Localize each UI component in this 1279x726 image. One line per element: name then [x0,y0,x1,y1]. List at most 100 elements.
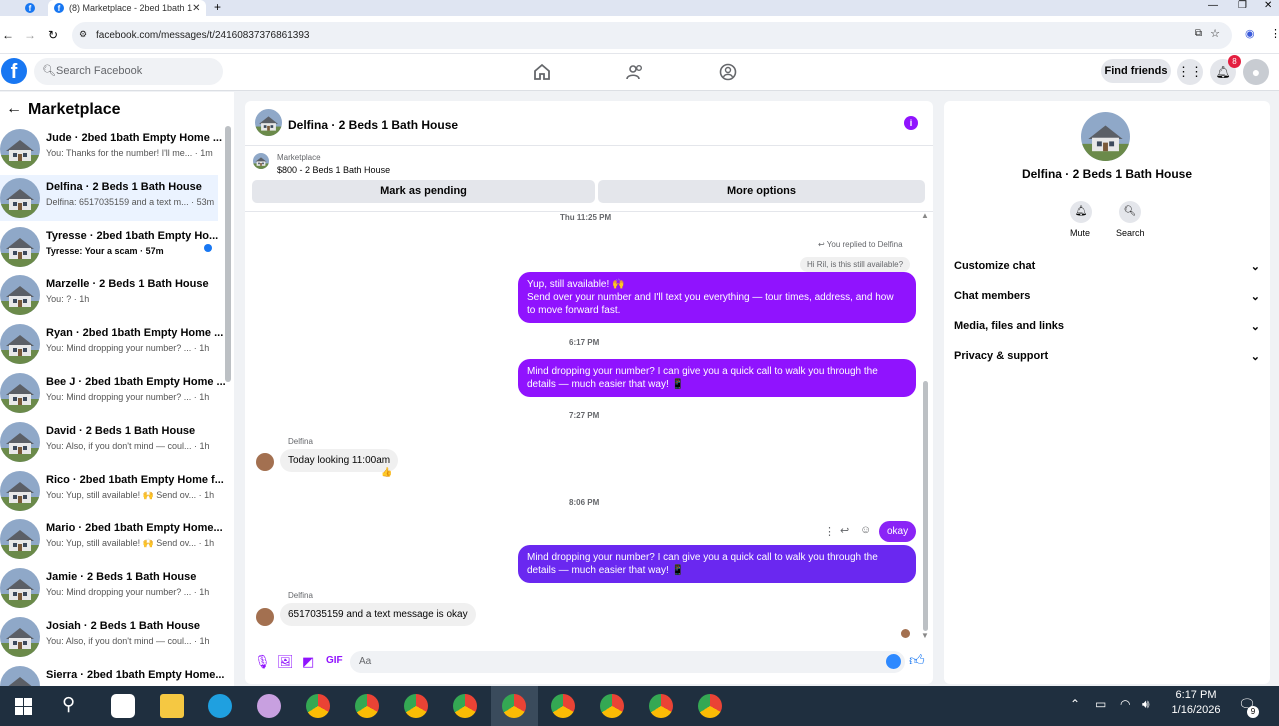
account-avatar[interactable]: ● [1243,59,1269,85]
react-emoji-icon[interactable]: ☺ [860,524,871,536]
search-input[interactable]: 🔍︎ Search Facebook [34,58,223,85]
outgoing-message[interactable]: Mind dropping your number? I can give yo… [518,545,916,583]
message-input[interactable]: Aa [350,651,905,673]
conversation-item[interactable]: Mario · 2bed 1bath Empty Home... You: Yup… [0,516,223,562]
browser-tab-active[interactable]: f (8) Marketplace - 2bed 1bath 1 ✕ [48,0,206,16]
listing-thumbnail[interactable] [253,153,269,169]
install-icon[interactable]: ⧉ [1195,28,1202,39]
profile-icon[interactable]: ◉ [1245,27,1255,40]
chat-members-section[interactable]: Chat members ⌄ [954,290,1260,303]
conversation-item[interactable]: Jamie · 2 Beds 1 Bath House You: Mind dro… [0,565,218,611]
conversation-item[interactable]: Ryan · 2bed 1bath Empty Home ... You: Min… [0,321,223,367]
menu-grid-button[interactable]: ⋮⋮ [1177,59,1203,85]
listing-detail[interactable]: $800 - 2 Beds 1 Bath House [277,165,390,175]
chrome-profile-icon-active[interactable] [502,694,526,718]
minimize-icon[interactable]: — [1208,0,1218,11]
photo-icon[interactable]: 🖼︎ [277,654,294,670]
sticker-icon[interactable]: ◩ [302,654,314,670]
outgoing-message[interactable]: okay [879,521,917,542]
conversation-item[interactable]: Jude · 2bed 1bath Empty Home ... You: Tha… [0,126,222,172]
quoted-message[interactable]: Hi Ril, is this still available? [800,257,911,272]
chat-title[interactable]: Delfina · 2 Beds 1 Bath House [288,118,458,132]
tray-overflow-icon[interactable]: ⌃ [1070,697,1080,711]
scrollbar[interactable] [225,126,231,382]
scroll-up-icon[interactable]: ▲ [921,211,929,220]
sender-name: Delfina [288,437,313,446]
emoji-icon[interactable] [886,654,901,669]
conversation-item[interactable]: Bee J · 2bed 1bath Empty Home ... You: Mi… [0,370,226,416]
chat-avatar[interactable] [255,109,282,136]
battery-icon[interactable]: ▭ [1095,697,1106,711]
snipping-tool-icon[interactable] [111,694,135,718]
friends-icon[interactable] [626,63,644,81]
browser-tab-facebook[interactable]: f [14,0,46,16]
outgoing-message[interactable]: Yup, still available! 🙌 Send over your n… [518,272,916,323]
reaction-thumbs-up[interactable]: 👍 [381,467,392,478]
taskbar-search-icon[interactable]: ⚲ [62,694,75,715]
more-options-button[interactable]: More options [598,180,925,203]
close-window-icon[interactable]: ✕ [1264,0,1272,11]
maximize-icon[interactable]: ❐ [1238,0,1247,11]
chat-scrollbar[interactable] [923,381,928,631]
wifi-icon[interactable]: ◠ [1120,697,1130,711]
chat-avatar-large[interactable] [1081,112,1130,161]
chrome-profile-icon[interactable] [453,694,477,718]
conversation-item[interactable]: David · 2 Beds 1 Bath House You: Also, if… [0,419,218,465]
chrome-profile-icon[interactable] [551,694,575,718]
conversation-item[interactable]: Marzelle · 2 Beds 1 Bath House You: ? · 1… [0,272,218,318]
chrome-profile-icon[interactable] [404,694,428,718]
gif-icon[interactable]: GIF [326,655,343,666]
back-icon[interactable]: ← [2,28,14,42]
mark-pending-button[interactable]: Mark as pending [252,180,595,203]
mute-button[interactable]: 🔔︎ [1070,201,1092,223]
conversation-avatar [0,519,40,560]
chrome-profile-icon[interactable] [698,694,722,718]
groups-icon[interactable] [719,63,737,81]
search-in-chat-button[interactable]: 🔍︎ [1119,201,1141,223]
incoming-message[interactable]: 6517035159 and a text message is okay [280,603,476,626]
windows-start-icon[interactable] [15,698,32,715]
volume-icon[interactable]: 🔊︎ [1142,697,1150,712]
facebook-logo-icon[interactable]: f [1,58,27,84]
outgoing-message[interactable]: Mind dropping your number? I can give yo… [518,359,916,397]
find-friends-button[interactable]: Find friends [1101,59,1171,83]
microphone-icon[interactable]: 🎙︎ [254,654,271,670]
new-tab-icon[interactable]: + [214,0,221,14]
chrome-profile-icon[interactable] [649,694,673,718]
sender-avatar[interactable] [256,453,274,471]
address-bar[interactable]: ⚙ facebook.com/messages/t/24160837376861… [72,22,1232,49]
conversation-item[interactable]: Josiah · 2 Beds 1 Bath House You: Also, i… [0,614,218,660]
chrome-icon[interactable] [306,694,330,718]
file-explorer-icon[interactable] [160,694,184,718]
chrome-profile-icon[interactable] [600,694,624,718]
message-line: Mind dropping your number? I can give yo… [527,552,878,563]
customize-chat-section[interactable]: Customize chat ⌄ [954,260,1260,273]
conversation-avatar [0,275,40,316]
scroll-down-icon[interactable]: ▼ [921,631,929,640]
site-info-icon[interactable]: ⚙ [79,29,87,40]
edge-browser-icon[interactable] [208,694,232,718]
conversation-name: Delfina · 2 Beds 1 Bath House [46,180,202,193]
bookmark-star-icon[interactable]: ☆ [1210,27,1220,40]
conversation-avatar [0,373,40,413]
thumbs-up-send-icon[interactable]: 👍︎ [909,652,925,670]
info-icon[interactable]: i [904,116,918,130]
forward-icon[interactable]: → [24,28,36,42]
chrome-profile-icon[interactable] [355,694,379,718]
close-tab-icon[interactable]: ✕ [192,3,200,14]
back-arrow-icon[interactable]: ← [6,100,22,118]
home-icon[interactable] [533,63,551,81]
conversation-item[interactable]: Rico · 2bed 1bath Empty Home f... You: Yu… [0,468,224,514]
reply-icon[interactable]: ↩ [840,524,849,537]
reload-icon[interactable]: ↻ [48,28,58,42]
conversation-item[interactable]: Delfina · 2 Beds 1 Bath House Delfina: 65… [0,174,218,221]
browser-menu-icon[interactable]: ⋮ [1270,27,1279,40]
more-actions-icon[interactable]: ⋮ [824,525,835,538]
sender-avatar[interactable] [256,608,274,626]
conversation-item[interactable]: Tyresse · 2bed 1bath Empty Ho... Tyresse:… [0,224,218,270]
paint-app-icon[interactable] [257,694,281,718]
clock[interactable]: 6:17 PM 1/16/2026 [1165,689,1227,716]
privacy-support-section[interactable]: Privacy & support ⌄ [954,350,1260,363]
media-files-links-section[interactable]: Media, files and links ⌄ [954,320,1260,333]
conversation-item[interactable]: Sierra · 2bed 1bath Empty Home... [0,663,225,686]
